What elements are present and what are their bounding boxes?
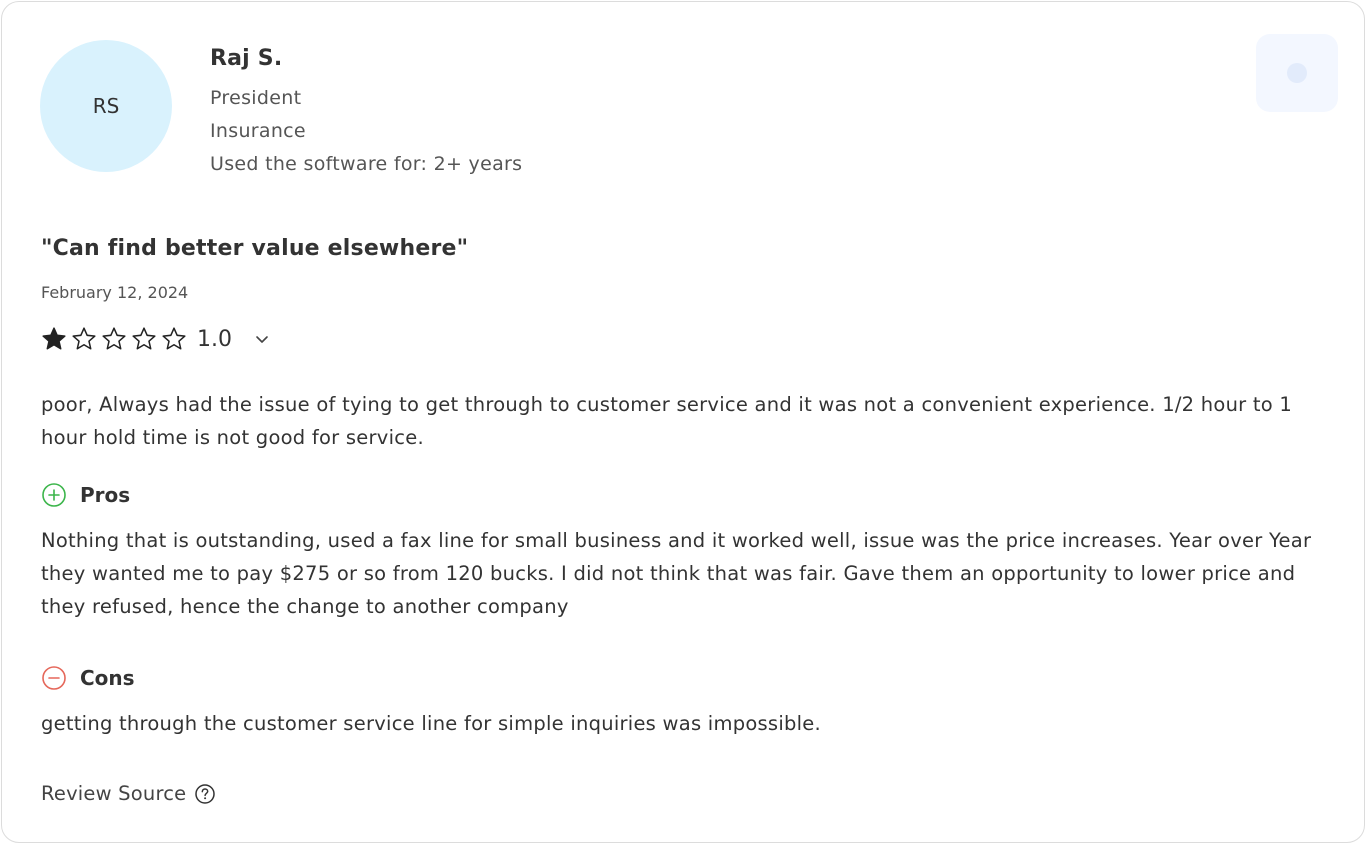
star-rating (41, 326, 191, 352)
review-title: "Can find better value elsewhere" (41, 236, 469, 261)
plus-circle-icon (42, 483, 66, 507)
review-source[interactable]: Review Source (41, 782, 216, 805)
cons-header: Cons (41, 665, 135, 691)
rating-value: 1.0 (197, 326, 232, 352)
reviewer-info: Raj S. President Insurance Used the soft… (210, 46, 522, 181)
minus-circle-icon (42, 666, 66, 690)
reviewer-industry: Insurance (210, 120, 306, 142)
reviewer-usage: Used the software for: 2+ years (210, 153, 523, 175)
pros-header: Pros (41, 482, 130, 508)
product-logo-icon (1256, 34, 1338, 112)
reviewer-role: President (210, 87, 302, 109)
chevron-down-icon[interactable] (254, 331, 270, 347)
avatar: RS (40, 40, 172, 172)
star-empty-icon (102, 327, 126, 350)
avatar-initials: RS (92, 94, 120, 118)
star-empty-icon (132, 327, 156, 350)
star-empty-icon (162, 327, 186, 350)
star-filled-icon (42, 327, 66, 350)
cons-label: Cons (80, 666, 135, 690)
star-empty-icon (72, 327, 96, 350)
help-circle-icon[interactable] (194, 783, 216, 805)
review-card: RS Raj S. President Insurance Used the s… (1, 1, 1365, 843)
pros-text: Nothing that is outstanding, used a fax … (41, 529, 1312, 618)
review-summary: poor, Always had the issue of tying to g… (41, 393, 1293, 449)
cons-text: getting through the customer service lin… (41, 712, 821, 735)
review-date: February 12, 2024 (41, 283, 189, 302)
reviewer-name: Raj S. (210, 46, 283, 71)
pros-label: Pros (80, 483, 131, 507)
review-source-label: Review Source (41, 782, 187, 805)
rating-row[interactable]: 1.0 (41, 326, 270, 352)
logo-mark-icon (1287, 63, 1307, 83)
